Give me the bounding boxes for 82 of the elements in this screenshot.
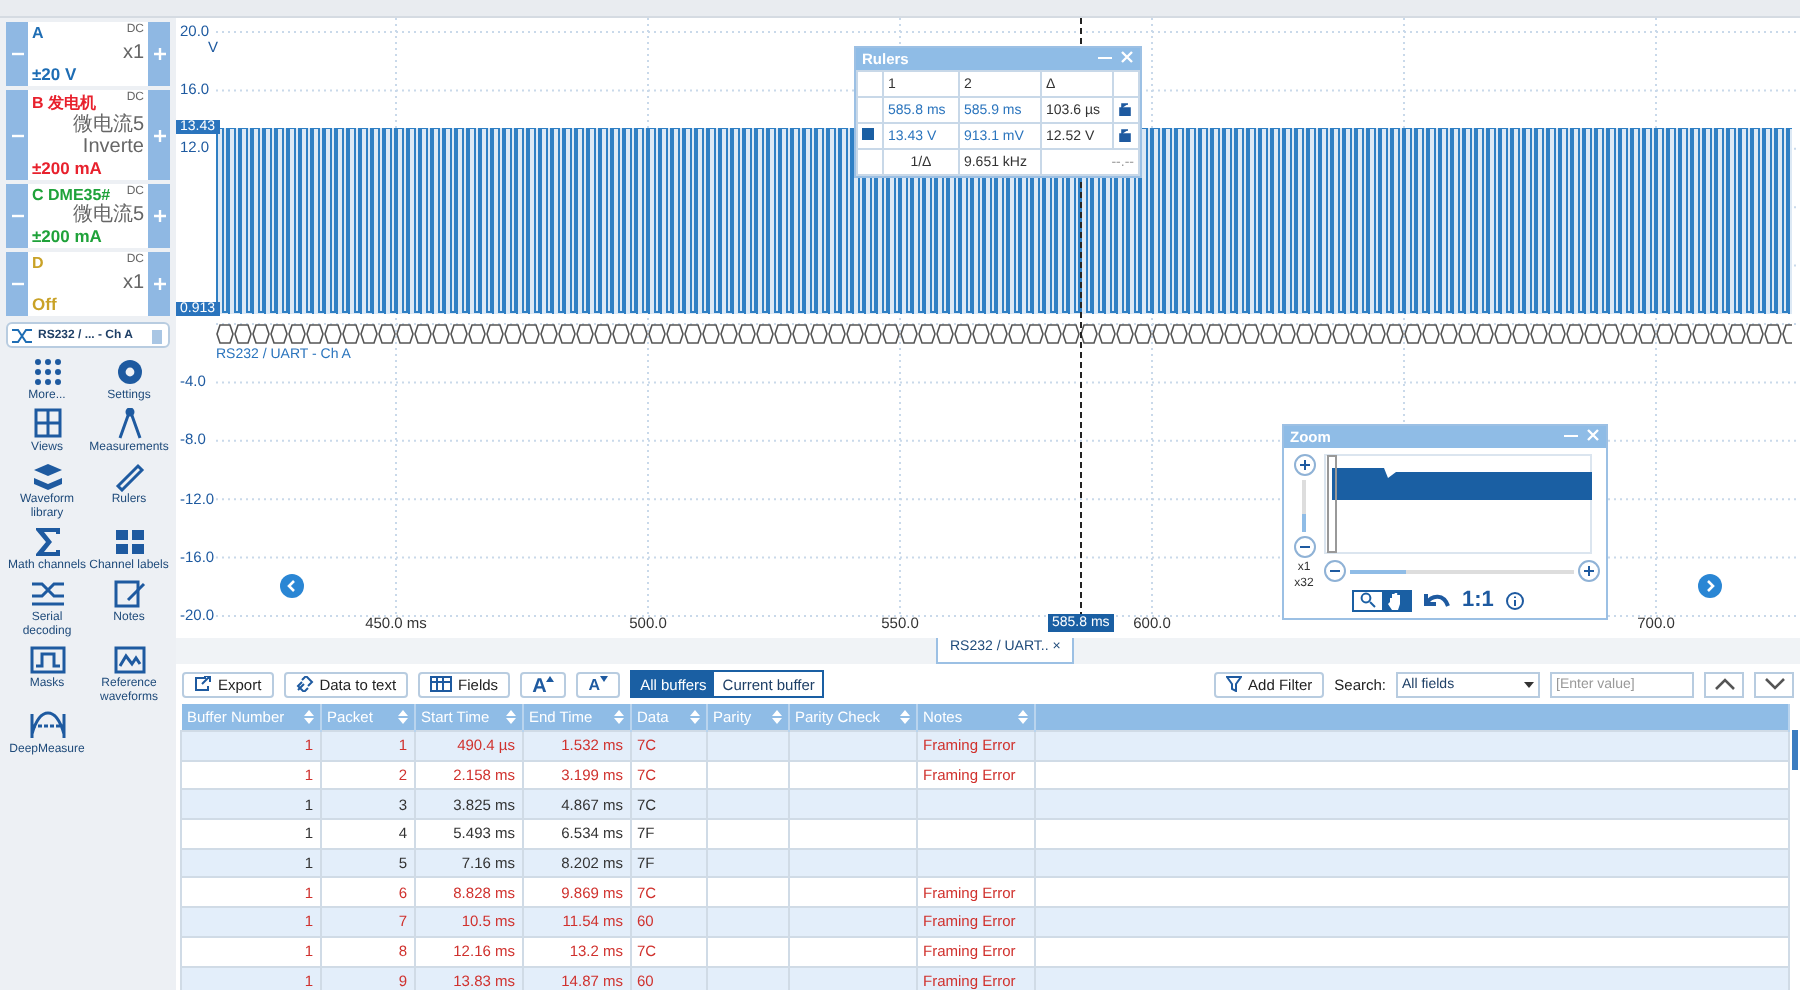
scroll-right-button[interactable]: [1698, 574, 1722, 598]
sort-icon: [771, 710, 781, 724]
export-icon: [194, 676, 212, 692]
range-value: ±20 V: [32, 64, 79, 84]
close-icon[interactable]: [1586, 428, 1600, 442]
pulse-box-icon: [29, 644, 65, 676]
pencil-note-icon: [111, 578, 147, 610]
crossed-lines-icon: [29, 578, 65, 610]
minus-button[interactable]: [6, 90, 28, 180]
minus-button[interactable]: [6, 252, 28, 316]
sort-icon: [505, 710, 515, 724]
time-ruler-line[interactable]: [1080, 18, 1082, 44]
stack-icon: [29, 460, 65, 492]
chevron-down-icon: [1763, 678, 1785, 690]
crossed-lines-icon: [12, 327, 32, 343]
grid-icon: [29, 408, 65, 440]
sort-icon: [899, 710, 909, 724]
zoom-in-button[interactable]: [1578, 560, 1600, 582]
channel-square-icon: [862, 128, 874, 140]
magnifier-button[interactable]: [1354, 591, 1382, 609]
sort-icon: [397, 710, 407, 724]
wave-icon: [29, 710, 65, 742]
probe-label: 微电流5: [72, 114, 144, 136]
close-icon[interactable]: [1120, 50, 1134, 64]
probe-label: x1: [122, 272, 144, 294]
probe-label: Inverte: [82, 136, 144, 158]
plus-icon: [153, 129, 165, 141]
link-icon: [295, 676, 314, 692]
channel-name: C DME35#: [32, 186, 111, 204]
range-value: ±200 mA: [32, 158, 104, 178]
minus-icon: [11, 48, 23, 60]
plus-icon: [153, 48, 165, 60]
previous-match-button[interactable]: [1704, 671, 1744, 697]
scroll-left-button[interactable]: [280, 574, 304, 598]
plus-icon: [153, 210, 165, 222]
range-value: ±200 mA: [32, 226, 104, 246]
minus-button[interactable]: [6, 184, 28, 248]
plus-button[interactable]: [148, 184, 170, 248]
dot-grid-icon: [29, 356, 65, 388]
zoom-in-button[interactable]: [1293, 454, 1315, 476]
plus-button[interactable]: [148, 22, 170, 86]
minus-icon: [11, 210, 23, 222]
info-icon[interactable]: [1505, 591, 1524, 609]
minus-icon: [11, 129, 23, 141]
next-match-button[interactable]: [1754, 671, 1794, 697]
font-increase-button[interactable]: A: [520, 671, 567, 697]
filter-icon: [1226, 676, 1243, 692]
plus-button[interactable]: [148, 252, 170, 316]
lock-icon[interactable]: [1118, 101, 1132, 115]
caret-down-icon: [600, 675, 609, 681]
undo-icon[interactable]: [1424, 591, 1450, 609]
sort-icon: [1017, 710, 1027, 724]
chevron-up-icon: [1713, 678, 1735, 690]
zoom-out-button[interactable]: [1324, 560, 1346, 582]
sort-icon: [689, 710, 699, 724]
caret-up-icon: [546, 675, 555, 681]
sort-icon: [613, 710, 623, 724]
chevron-right-icon: [1704, 580, 1716, 592]
scrollbar[interactable]: [1792, 730, 1798, 770]
probe-label: 微电流5: [72, 204, 144, 226]
zoom-out-button[interactable]: [1293, 536, 1315, 558]
channel-name: A: [32, 24, 44, 42]
hand-icon: [1388, 591, 1404, 609]
channel-name: D: [32, 254, 44, 272]
minus-icon: [11, 278, 23, 290]
ruler-icon: [111, 460, 147, 492]
hand-button[interactable]: [1382, 591, 1410, 609]
chart-icon: [111, 644, 147, 676]
columns-icon: [430, 676, 453, 692]
probe-label: x1: [122, 42, 144, 64]
sort-icon: [303, 710, 313, 724]
minus-button[interactable]: [6, 22, 28, 86]
trash-icon[interactable]: [150, 326, 164, 344]
lock-icon[interactable]: [1118, 127, 1132, 141]
caret-down-icon: [1524, 681, 1534, 687]
plus-icon: [153, 278, 165, 290]
range-value: Off: [32, 294, 59, 314]
reset-zoom-button[interactable]: 1:1: [1462, 588, 1494, 612]
chevron-left-icon: [286, 580, 298, 592]
plus-button[interactable]: [148, 90, 170, 180]
font-decrease-button[interactable]: A: [576, 671, 621, 697]
channel-name: B 发电机: [32, 92, 96, 113]
